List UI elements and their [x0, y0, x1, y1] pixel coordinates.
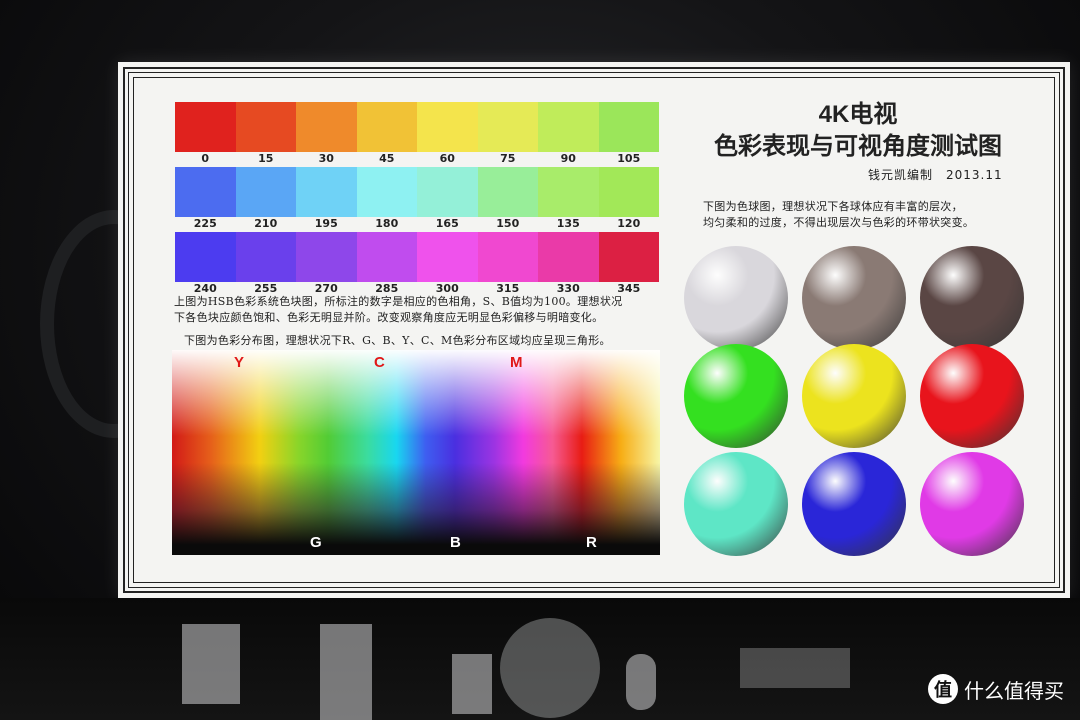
hue-angle-label: 15	[258, 152, 274, 165]
hue-swatch	[598, 102, 659, 152]
hue-angle-label: 165	[435, 217, 459, 230]
color-sphere-white	[684, 246, 788, 350]
hue-angle-label: 150	[496, 217, 520, 230]
hue-swatch	[538, 167, 599, 217]
color-sphere-cyan	[684, 452, 788, 556]
hue-angle-label: 135	[556, 217, 580, 230]
hue-swatch	[598, 232, 659, 282]
chart-title-line-2: 色彩表现与可视角度测试图	[714, 133, 1002, 160]
hue-swatch	[538, 232, 599, 282]
author-date: 钱元凯编制 2013.11	[868, 168, 1003, 182]
hue-swatch	[356, 102, 417, 152]
hue-swatch	[175, 232, 236, 282]
hue-angle-label: 105	[617, 152, 641, 165]
hue-swatch	[296, 102, 357, 152]
color-distribution-chart: Y C M G B R	[172, 350, 660, 555]
hue-swatch	[235, 232, 296, 282]
hue-swatch	[356, 232, 417, 282]
device-router	[320, 624, 372, 720]
hue-row-2	[175, 167, 659, 217]
label-c: C	[374, 354, 385, 371]
hue-row-1	[175, 102, 659, 152]
color-sphere-blue	[802, 452, 906, 556]
sphere-note-line-2: 均匀柔和的过度，不得出现层次与色彩的环带状突变。	[703, 216, 975, 229]
hue-row-3	[175, 232, 659, 282]
hue-angle-label: 210	[254, 217, 278, 230]
hue-angle-label: 0	[201, 152, 210, 165]
hue-swatch	[477, 232, 538, 282]
hsb-note-line-2: 下各色块应颜色饱和、色彩无明显并阶。改变观察角度应无明显色彩偏移与明暗变化。	[174, 311, 604, 324]
hue-swatch	[235, 102, 296, 152]
hue-swatch	[175, 167, 236, 217]
hue-swatch	[235, 167, 296, 217]
projected-test-chart: 0 15 30 45 60 75 90 105 225 210 195 180 165 150 135 12…	[118, 62, 1070, 598]
color-sphere-green	[684, 344, 788, 448]
hue-angle-label: 90	[560, 152, 576, 165]
hue-labels-1: 0 15 30 45 60 75 90 105	[175, 152, 659, 165]
hue-swatch	[598, 167, 659, 217]
hue-swatch	[477, 167, 538, 217]
hsb-note-line-1: 上图为HSB色彩系统色块图，所标注的数字是相应的色相角，S、B值均为100。理想…	[174, 295, 623, 308]
label-g: G	[310, 534, 322, 551]
color-sphere-red	[920, 344, 1024, 448]
hue-angle-label: 180	[375, 217, 399, 230]
watermark-logo-icon: 值	[928, 674, 958, 704]
hue-angle-label: 45	[379, 152, 395, 165]
hue-swatch	[296, 167, 357, 217]
hue-angle-label: 30	[318, 152, 334, 165]
label-r: R	[586, 534, 597, 551]
hue-angle-label: 75	[500, 152, 516, 165]
sphere-note-line-1: 下图为色球图，理想状况下各球体应有丰富的层次，	[703, 200, 963, 213]
hue-angle-label: 225	[193, 217, 217, 230]
device-panel	[182, 624, 240, 704]
color-sphere-yellow	[802, 344, 906, 448]
hue-angle-label: 195	[314, 217, 338, 230]
hue-swatch	[175, 102, 236, 152]
device-model	[740, 648, 850, 688]
hue-labels-2: 225 210 195 180 165 150 135 120	[175, 217, 659, 230]
distribution-note: 下图为色彩分布图，理想状况下R、G、B、Y、C、M色彩分布区域均应呈现三角形。	[184, 334, 611, 347]
device-lamp	[500, 618, 600, 718]
device-speaker	[452, 654, 492, 714]
chart-title-line-1: 4K电视	[818, 101, 898, 128]
watermark: 值 什么值得买	[928, 674, 1064, 704]
hue-swatch	[538, 102, 599, 152]
distribution-bottom-fade	[172, 350, 660, 555]
watermark-text: 什么值得买	[964, 678, 1064, 703]
hue-swatch	[417, 102, 478, 152]
label-b: B	[450, 534, 461, 551]
hue-swatch	[477, 102, 538, 152]
hue-swatch	[356, 167, 417, 217]
label-y: Y	[234, 354, 245, 371]
label-m: M	[510, 354, 523, 371]
color-sphere-magenta	[920, 452, 1024, 556]
color-sphere-dark-brown	[920, 246, 1024, 350]
color-sphere-light-brown	[802, 246, 906, 350]
hue-swatch	[296, 232, 357, 282]
hue-swatch	[417, 232, 478, 282]
room-floor	[0, 598, 1080, 720]
device-camera	[626, 654, 656, 710]
hue-angle-label: 60	[439, 152, 455, 165]
hue-swatch	[417, 167, 478, 217]
hue-angle-label: 120	[617, 217, 641, 230]
